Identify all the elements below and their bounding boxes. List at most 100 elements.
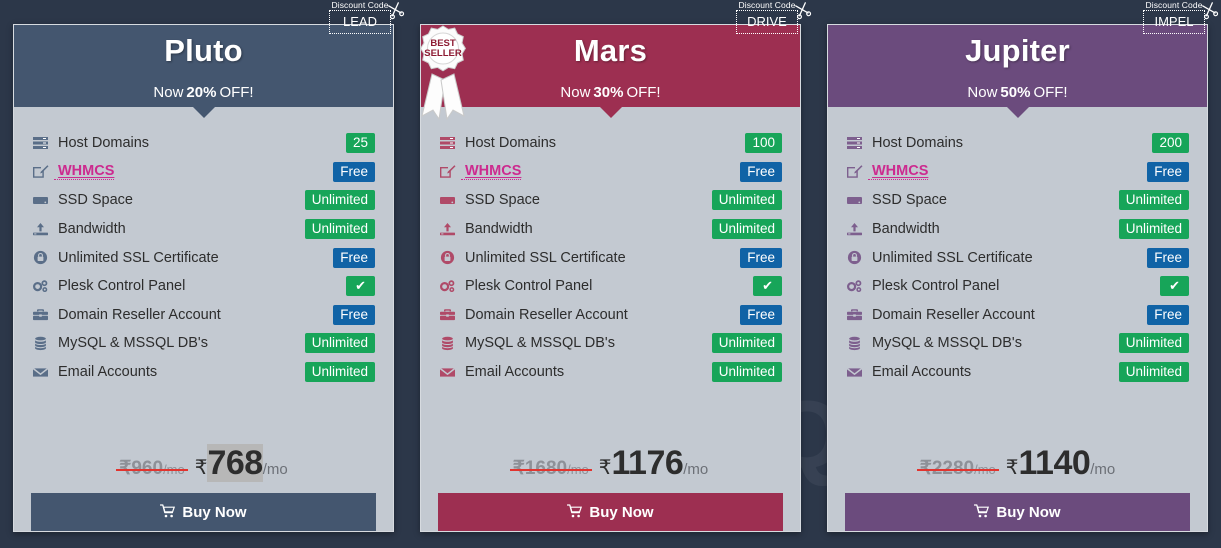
- off-suffix: OFF!: [1033, 83, 1068, 101]
- feature-list-mars: Host Domains 100 WHMCS Free SSD Space Un…: [421, 107, 800, 432]
- feature-label: Plesk Control Panel: [58, 278, 186, 295]
- feature-label: Plesk Control Panel: [465, 278, 593, 295]
- hdd-icon: [846, 193, 868, 208]
- per-month-suffix: /mo: [683, 461, 709, 478]
- current-price-mars: ₹1176/mo: [599, 444, 709, 483]
- feature-value-badge: Unlimited: [304, 362, 375, 383]
- feature-label: SSD Space: [465, 192, 540, 209]
- feature-value-badge: Free: [1147, 304, 1189, 325]
- edit-icon: [439, 164, 461, 179]
- feature-value-badge: Free: [333, 161, 375, 182]
- feature-label: MySQL & MSSQL DB's: [58, 335, 208, 352]
- gears-icon: [846, 279, 868, 294]
- buy-now-button-pluto[interactable]: Buy Now: [31, 493, 376, 531]
- strikethrough-line: [116, 468, 188, 471]
- feature-value-badge: ✔: [753, 276, 782, 297]
- feature-label: Email Accounts: [465, 364, 565, 381]
- strikethrough-line: [916, 468, 999, 471]
- feature-row: MySQL & MSSQL DB's Unlimited: [32, 329, 375, 358]
- feature-row: Host Domains 100: [439, 129, 782, 158]
- feature-value-badge: Unlimited: [304, 333, 375, 354]
- feature-value-badge: Unlimited: [711, 219, 782, 240]
- now-prefix: Now: [560, 83, 591, 101]
- feature-row: Bandwidth Unlimited: [846, 215, 1189, 244]
- feature-value-badge: Unlimited: [304, 219, 375, 240]
- feature-row: SSD Space Unlimited: [32, 186, 375, 215]
- discount-coupon-jupiter[interactable]: Discount Code IMPEL: [1143, 0, 1219, 34]
- feature-label[interactable]: WHMCS: [54, 163, 115, 181]
- feature-value-badge: 100: [745, 133, 782, 154]
- feature-label[interactable]: WHMCS: [461, 163, 522, 181]
- rupee-symbol: ₹: [194, 457, 208, 479]
- pricing-deck: Discount Code LEAD Pluto Now 20% OFF! Ho…: [0, 0, 1221, 548]
- feature-row: Domain Reseller Account Free: [32, 301, 375, 330]
- plan-card-jupiter: Discount Code IMPEL Jupiter Now 50% OFF!…: [814, 0, 1221, 548]
- hdd-icon: [439, 193, 461, 208]
- plan-card-body-mars: Mars Now 30% OFF! Host Domains 100 WHMCS…: [420, 24, 801, 532]
- upload-icon: [32, 222, 54, 237]
- banner-notch: [192, 107, 215, 118]
- current-price-pluto: ₹768/mo: [195, 444, 288, 483]
- buy-now-button-mars[interactable]: Buy Now: [438, 493, 783, 531]
- price-row-mars: ₹1680/mo ₹1176/mo: [421, 432, 800, 489]
- discount-coupon-pluto[interactable]: Discount Code LEAD: [329, 0, 405, 34]
- discount-coupon-mars[interactable]: Discount Code DRIVE: [736, 0, 812, 34]
- plan-discount-banner-jupiter: Now 50% OFF!: [828, 77, 1207, 118]
- feature-label[interactable]: WHMCS: [868, 163, 929, 181]
- best-seller-ribbon: BEST SELLER: [412, 24, 474, 121]
- price-row-pluto: ₹960/mo ₹768/mo: [14, 432, 393, 489]
- gears-icon: [32, 279, 54, 294]
- plan-discount-banner-pluto: Now 20% OFF!: [14, 77, 393, 118]
- feature-list-jupiter: Host Domains 200 WHMCS Free SSD Space Un…: [828, 107, 1207, 432]
- feature-row: WHMCS Free: [439, 158, 782, 187]
- upload-icon: [439, 222, 461, 237]
- discount-percent-jupiter: 50%: [1000, 83, 1031, 101]
- discount-code-value-pluto[interactable]: LEAD: [329, 10, 391, 34]
- feature-row: Email Accounts Unlimited: [439, 358, 782, 387]
- edit-icon: [846, 164, 868, 179]
- feature-label: Bandwidth: [465, 221, 533, 238]
- feature-label: Unlimited SSL Certificate: [58, 249, 219, 266]
- banner-notch: [599, 107, 622, 118]
- per-month-suffix: /mo: [1090, 461, 1116, 478]
- feature-row: Unlimited SSL Certificate Free: [439, 243, 782, 272]
- now-prefix: Now: [967, 83, 998, 101]
- buy-button-wrap: Buy Now: [421, 489, 800, 531]
- discount-code-value-jupiter[interactable]: IMPEL: [1143, 10, 1205, 34]
- briefcase-icon: [846, 307, 868, 322]
- database-icon: [32, 336, 54, 351]
- discount-percent-mars: 30%: [593, 83, 624, 101]
- plan-discount-banner-mars: Now 30% OFF!: [421, 77, 800, 118]
- feature-label: Unlimited SSL Certificate: [872, 249, 1033, 266]
- feature-row: Unlimited SSL Certificate Free: [32, 243, 375, 272]
- feature-row: Plesk Control Panel ✔: [32, 272, 375, 301]
- feature-row: MySQL & MSSQL DB's Unlimited: [439, 329, 782, 358]
- feature-row: Host Domains 25: [32, 129, 375, 158]
- svg-text:SELLER: SELLER: [424, 48, 462, 59]
- buy-now-button-jupiter[interactable]: Buy Now: [845, 493, 1190, 531]
- feature-label: Email Accounts: [58, 364, 158, 381]
- off-suffix: OFF!: [626, 83, 661, 101]
- feature-label: Email Accounts: [872, 364, 972, 381]
- original-price-mars: ₹1680/mo: [509, 457, 592, 480]
- discount-code-value-mars[interactable]: DRIVE: [736, 10, 798, 34]
- feature-label: Bandwidth: [58, 221, 126, 238]
- feature-value-badge: Unlimited: [711, 333, 782, 354]
- feature-value-badge: Free: [333, 247, 375, 268]
- buy-now-label: Buy Now: [996, 503, 1061, 521]
- server-icon: [846, 136, 868, 151]
- feature-value-badge: Free: [740, 161, 782, 182]
- buy-button-wrap: Buy Now: [14, 489, 393, 531]
- feature-row: SSD Space Unlimited: [439, 186, 782, 215]
- current-price-amount: 768: [207, 444, 263, 482]
- price-row-jupiter: ₹2280/mo ₹1140/mo: [828, 432, 1207, 489]
- feature-label: Plesk Control Panel: [872, 278, 1000, 295]
- current-price-amount: 1140: [1018, 444, 1091, 482]
- discount-code-label: Discount Code: [331, 0, 389, 10]
- discount-percent-pluto: 20%: [186, 83, 217, 101]
- feature-list-pluto: Host Domains 25 WHMCS Free SSD Space Unl…: [14, 107, 393, 432]
- feature-row: MySQL & MSSQL DB's Unlimited: [846, 329, 1189, 358]
- feature-label: Domain Reseller Account: [58, 306, 221, 323]
- plan-card-mars: Discount Code DRIVE BEST SELLER Mars Now…: [407, 0, 814, 548]
- feature-label: Host Domains: [58, 135, 150, 152]
